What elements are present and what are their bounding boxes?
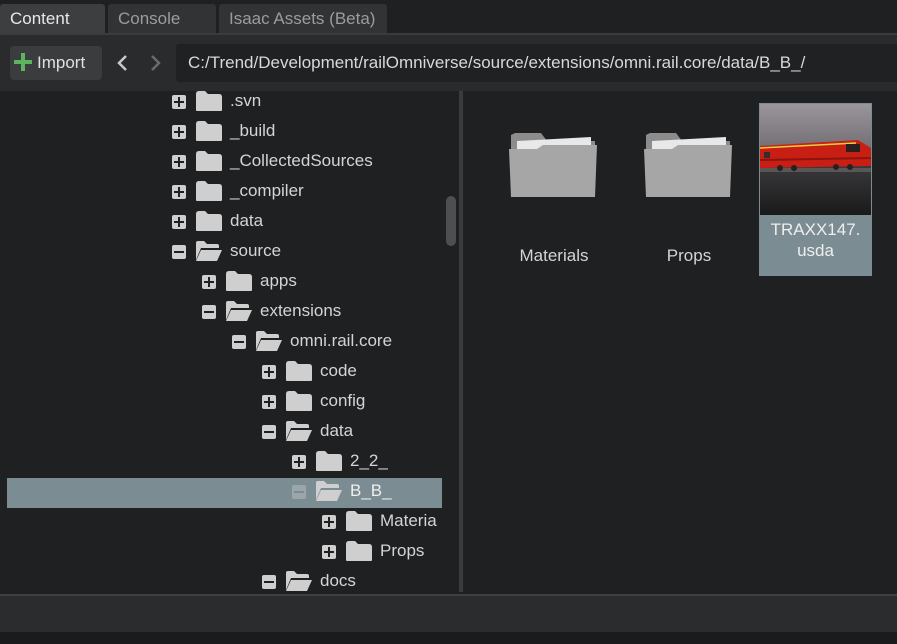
tree-row-label: apps (260, 271, 297, 290)
grid-item-label-line1: TRAXX147. (770, 220, 861, 239)
content-grid: Materials Props TRAXX147. usda (463, 91, 897, 592)
tree-row-label: source (230, 241, 282, 260)
tree-row-label: 2_2_ (350, 451, 388, 470)
tree-row[interactable]: Materia (0, 508, 442, 538)
folder-icon (195, 150, 223, 172)
tree-row[interactable]: .svn (0, 91, 442, 118)
tree-row[interactable]: _CollectedSources (0, 148, 442, 178)
grid-item-materials[interactable]: Materials (499, 117, 609, 265)
tree-row[interactable]: docs (0, 568, 442, 592)
tree-row[interactable]: _compiler (0, 178, 442, 208)
collapse-icon[interactable] (292, 485, 306, 499)
expand-icon[interactable] (262, 365, 276, 379)
bottom-strip (0, 632, 897, 644)
folder-icon (195, 91, 223, 112)
tree-row-label: Materia (380, 511, 437, 530)
tree-row-label: config (320, 391, 366, 410)
collapse-icon[interactable] (172, 245, 186, 259)
folder-open-icon (195, 240, 223, 262)
tree-row[interactable]: Props (0, 538, 442, 568)
tree-row[interactable]: apps (0, 268, 442, 298)
expand-icon[interactable] (292, 455, 306, 469)
folder-icon (345, 510, 373, 532)
folder-icon (195, 120, 223, 142)
expand-icon[interactable] (262, 395, 276, 409)
collapse-icon[interactable] (232, 335, 246, 349)
tree-row-label: _build (230, 121, 276, 140)
expand-icon[interactable] (322, 515, 336, 529)
collapse-icon[interactable] (202, 305, 216, 319)
folder-open-icon (285, 420, 313, 442)
folder-icon (644, 133, 732, 197)
status-bar (0, 594, 897, 634)
import-button[interactable]: Import (10, 46, 102, 80)
expand-icon[interactable] (172, 125, 186, 139)
tree-row-label: code (320, 361, 357, 380)
tree-scrollbar[interactable] (446, 196, 456, 246)
chevron-right-icon[interactable] (146, 51, 166, 75)
collapse-icon[interactable] (262, 425, 276, 439)
usd-thumbnail (760, 104, 871, 215)
tree-row-label: .svn (230, 91, 262, 110)
tree-row-label: B_B_ (350, 481, 392, 500)
folder-open-icon (225, 300, 253, 322)
grid-item-traxx147-usda[interactable]: TRAXX147. usda (759, 103, 872, 276)
folder-icon (195, 210, 223, 232)
tree-row[interactable]: data (0, 418, 442, 448)
grid-item-label-line2: usda (797, 241, 834, 260)
folder-open-icon (315, 480, 343, 502)
tree-row-label: _CollectedSources (230, 151, 373, 170)
plus-icon (14, 53, 32, 71)
tree-row[interactable]: 2_2_ (0, 448, 442, 478)
chevron-left-icon[interactable] (112, 51, 132, 75)
path-field[interactable]: C:/Trend/Development/railOmniverse/sourc… (176, 44, 897, 82)
tab-bar: Content Console Isaac Assets (Beta) (0, 0, 897, 35)
folder-icon (285, 390, 313, 412)
tree-row-label: extensions (260, 301, 342, 320)
expand-icon[interactable] (172, 185, 186, 199)
tree-row-label: _compiler (230, 181, 304, 200)
tree-row[interactable]: config (0, 388, 442, 418)
tree-row-label: data (230, 211, 264, 230)
tree-row[interactable]: extensions (0, 298, 442, 328)
tree-row-label: docs (320, 571, 356, 590)
tab-console[interactable]: Console (108, 4, 216, 33)
tree-row-label: Props (380, 541, 425, 560)
expand-icon[interactable] (202, 275, 216, 289)
grid-item-props[interactable]: Props (634, 117, 744, 265)
folder-icon (285, 360, 313, 382)
expand-icon[interactable] (322, 545, 336, 559)
tree-row-label: data (320, 421, 354, 440)
toolbar: Import C:/Trend/Development/railOmnivers… (0, 35, 897, 91)
folder-icon (315, 450, 343, 472)
expand-icon[interactable] (172, 155, 186, 169)
grid-item-label: Materials (519, 246, 589, 265)
tree-row[interactable]: data (0, 208, 442, 238)
tree-row[interactable]: _build (0, 118, 442, 148)
folder-icon (345, 540, 373, 562)
folder-icon (509, 133, 597, 197)
tree-row[interactable]: code (0, 358, 442, 388)
folder-open-icon (285, 570, 313, 592)
tree-row-label: omni.rail.core (290, 331, 393, 350)
expand-icon[interactable] (172, 215, 186, 229)
folder-open-icon (255, 330, 283, 352)
tree-row[interactable]: source (0, 238, 442, 268)
collapse-icon[interactable] (262, 575, 276, 589)
grid-item-label: Props (666, 246, 712, 265)
folder-icon (195, 180, 223, 202)
tab-content[interactable]: Content (0, 4, 105, 33)
tree-row[interactable]: B_B_ (7, 478, 442, 508)
tab-isaac-assets[interactable]: Isaac Assets (Beta) (219, 4, 387, 33)
import-label: Import (37, 53, 86, 72)
tree-row[interactable]: omni.rail.core (0, 328, 442, 358)
expand-icon[interactable] (172, 95, 186, 109)
folder-icon (225, 270, 253, 292)
folder-tree: .svn _build _CollectedSources _compilerdata… (0, 91, 459, 592)
